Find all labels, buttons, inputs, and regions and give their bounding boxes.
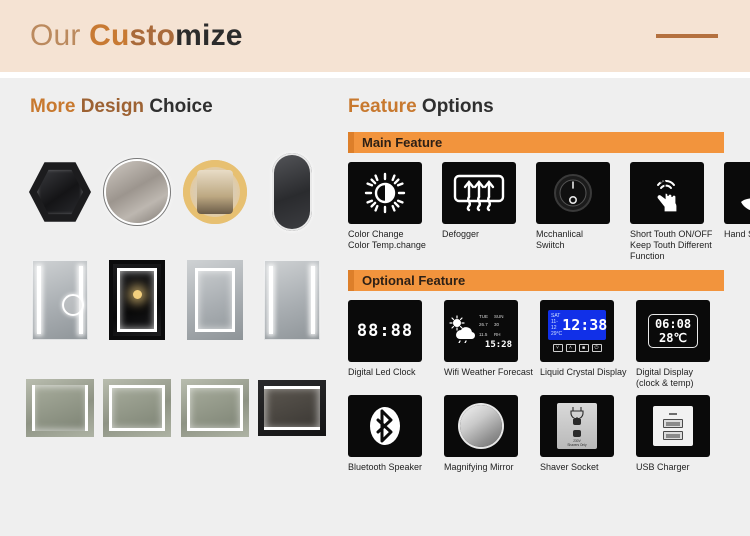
optional-feature-tiles-row-2: Bluetooth Speaker Magnifying Mirror 230V… [340, 395, 750, 473]
lcd-down-button[interactable]: ˅ [552, 344, 563, 352]
heading-feature: Feature [348, 96, 417, 117]
round-led-ring-mirror[interactable] [181, 144, 249, 240]
hexagon-framed-mirror[interactable] [26, 144, 94, 240]
wide-landscape-led-mirror[interactable] [257, 360, 326, 456]
mirror-gallery [26, 138, 326, 462]
option-digital-display[interactable]: 06:08 28℃ Digital Display (clock & temp) [636, 300, 730, 389]
option-magnifying-mirror[interactable]: Magnifying Mirror [444, 395, 538, 473]
digital-led-clock-display: 88:88 [356, 321, 414, 341]
option-magnifying-mirror-label: Magnifying Mirror [444, 462, 514, 472]
usb-charger-icon [636, 395, 710, 457]
optional-feature-band-label: Optional Feature [362, 273, 466, 288]
feature-hand-scan-sensor[interactable]: Hand Scan Sensor [724, 162, 750, 262]
shaver-socket-icon: 230V Shavers Only [540, 395, 614, 457]
liquid-crystal-display-icon: SAT 11-12 29°C 12:38 ˅ ˄ ■ ⏻ [540, 300, 614, 362]
vertical-led-border-mirror[interactable] [181, 252, 249, 348]
page-title: Our Customize [30, 19, 243, 53]
page-title-part-sto: sto [129, 19, 176, 52]
vertical-mirror-with-magnifier[interactable] [26, 252, 94, 348]
mirror-row-3 [26, 354, 326, 462]
feature-hand-scan-sensor-label: Hand Scan Sensor [724, 229, 750, 239]
page-title-part-cu: Cu [89, 19, 130, 52]
socket-pin-bottom [573, 430, 581, 437]
landscape-side-led-mirror[interactable] [26, 360, 94, 456]
digital-display-time: 06:08 [654, 317, 692, 331]
main-feature-band: Main Feature [348, 132, 724, 153]
feature-touch-switch[interactable]: Short Touth ON/OFF Keep Touth Different … [630, 162, 722, 262]
page-title-part-mize: mize [175, 19, 243, 52]
socket-pin-top [573, 418, 581, 425]
page-header: Our Customize [0, 0, 750, 72]
feature-color-change-label: Color Change Color Temp.change [348, 229, 426, 250]
touch-hand-icon [630, 162, 704, 224]
landscape-border-led-mirror[interactable] [103, 360, 172, 456]
optional-feature-tiles-row-1: 88:88 Digital Led Clock TUE SUN 26.7 30 … [340, 300, 750, 389]
option-usb-charger-label: USB Charger [636, 462, 690, 472]
usb-port-bottom [663, 431, 683, 440]
round-backlit-mirror[interactable] [103, 144, 171, 240]
bluetooth-speaker-icon [348, 395, 422, 457]
option-bluetooth-speaker-label: Bluetooth Speaker [348, 462, 423, 472]
page-body: More Design Choice Feature Options Main … [0, 78, 750, 536]
socket-rating-label: 230V Shavers Only [567, 439, 587, 447]
feature-defogger[interactable]: Defogger [442, 162, 534, 262]
option-digital-display-label: Digital Display (clock & temp) [636, 367, 694, 388]
digital-led-clock-icon: 88:88 [348, 300, 422, 362]
option-shaver-socket-label: Shaver Socket [540, 462, 599, 472]
wifi-weather-time-display: 15:28 [484, 340, 512, 350]
vertical-twin-strip-mirror[interactable] [258, 252, 326, 348]
defogger-arrows-icon [442, 162, 516, 224]
feature-defogger-label: Defogger [442, 229, 480, 239]
lcd-temp-label: 29°C [551, 331, 563, 337]
main-feature-tiles: Color Change Color Temp.change Defogger … [340, 162, 750, 262]
heading-choice: Choice [144, 96, 213, 117]
option-digital-led-clock-label: Digital Led Clock [348, 367, 416, 377]
feature-touch-switch-label: Short Touth ON/OFF Keep Touth Different … [630, 229, 713, 261]
usb-port-top [663, 419, 683, 428]
magnifying-mirror-icon [444, 395, 518, 457]
option-bluetooth-speaker[interactable]: Bluetooth Speaker [348, 395, 442, 473]
hand-scan-sensor-icon [724, 162, 750, 224]
heading-more: More [30, 96, 81, 117]
more-design-choice-panel: More Design Choice [0, 78, 340, 536]
feature-options-panel: Feature Options Main Feature Color Chang… [340, 78, 750, 536]
digital-display-icon: 06:08 28℃ [636, 300, 710, 362]
landscape-full-border-mirror[interactable] [180, 360, 249, 456]
option-liquid-crystal-display[interactable]: SAT 11-12 29°C 12:38 ˅ ˄ ■ ⏻ Liquid Crys… [540, 300, 634, 389]
header-accent-rule [656, 34, 718, 38]
optional-feature-band: Optional Feature [348, 270, 724, 291]
usb-plate-marker [669, 413, 677, 415]
lcd-date-label: 11-12 [551, 319, 558, 331]
wifi-weather-forecast-icon: TUE SUN 26.7 30 11.5 RH 15:28 [444, 300, 518, 362]
option-shaver-socket[interactable]: 230V Shavers Only Shaver Socket [540, 395, 634, 473]
option-usb-charger[interactable]: USB Charger [636, 395, 730, 473]
heading-design: Design [80, 96, 145, 117]
feature-mechanical-switch[interactable]: Mcchanlical Swiitch [536, 162, 628, 262]
option-wifi-weather-forecast-label: Wifi Weather Forecast [444, 367, 533, 377]
option-digital-led-clock[interactable]: 88:88 Digital Led Clock [348, 300, 442, 389]
page-title-part-our: Our [30, 19, 90, 52]
option-liquid-crystal-display-label: Liquid Crystal Display [540, 367, 627, 377]
more-design-choice-heading: More Design Choice [0, 78, 340, 118]
mirror-row-1 [26, 138, 326, 246]
customize-feature-page: Our Customize More Design Choice Feature… [0, 0, 750, 536]
option-wifi-weather-forecast[interactable]: TUE SUN 26.7 30 11.5 RH 15:28 Wifi Weath… [444, 300, 538, 389]
mirror-row-2 [26, 246, 326, 354]
lcd-time-display: 12:38 [562, 316, 608, 334]
rotary-knob-switch-icon [536, 162, 610, 224]
sun-brightness-icon [348, 162, 422, 224]
black-framed-vertical-mirror[interactable] [103, 252, 171, 348]
lcd-up-button[interactable]: ˄ [565, 344, 576, 352]
oval-capsule-mirror[interactable] [258, 144, 326, 240]
digital-display-temp: 28℃ [659, 331, 687, 345]
heading-options: Options [416, 96, 494, 117]
lcd-menu-button[interactable]: ■ [578, 344, 589, 352]
feature-color-change[interactable]: Color Change Color Temp.change [348, 162, 440, 262]
main-feature-band-label: Main Feature [362, 135, 443, 150]
feature-options-heading: Feature Options [340, 78, 750, 118]
lcd-power-button[interactable]: ⏻ [591, 344, 602, 352]
feature-mechanical-switch-label: Mcchanlical Swiitch [536, 229, 584, 250]
